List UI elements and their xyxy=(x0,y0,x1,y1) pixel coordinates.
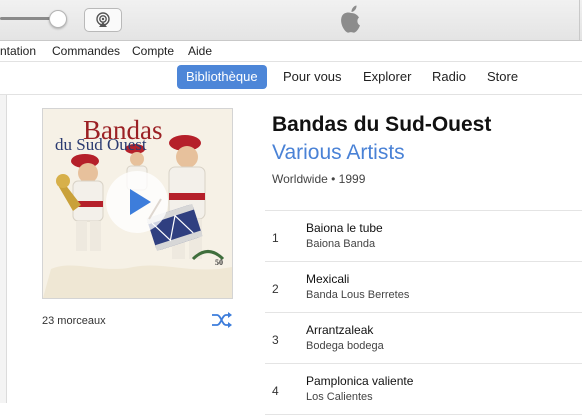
track-number: 1 xyxy=(272,231,279,245)
sidebar-edge xyxy=(0,95,7,403)
tab-radio[interactable]: Radio xyxy=(423,65,475,89)
album-artwork[interactable]: 50 Bandas du Sud Ouest xyxy=(42,108,233,299)
airplay-button[interactable] xyxy=(84,8,122,32)
shuffle-icon[interactable] xyxy=(211,311,233,329)
track-number: 3 xyxy=(272,333,279,347)
airplay-icon xyxy=(96,12,110,27)
track-artist: Baiona Banda xyxy=(306,238,376,250)
menu-item-compte[interactable]: Compte xyxy=(132,44,174,58)
menu-bar: ntation Commandes Compte Aide xyxy=(0,41,582,62)
track-artist: Los Calientes xyxy=(306,391,373,403)
track-artist: Banda Lous Berretes xyxy=(306,289,410,301)
tab-bibliotheque[interactable]: Bibliothèque xyxy=(177,65,267,89)
track-count: 23 morceaux xyxy=(42,315,106,327)
play-button[interactable] xyxy=(106,171,168,233)
track-title: Pamplonica valiente xyxy=(306,374,414,388)
track-title: Arrantzaleak xyxy=(306,323,374,337)
album-artist-link[interactable]: Various Artists xyxy=(272,141,405,165)
track-row[interactable]: 4 Pamplonica valiente Los Calientes xyxy=(265,364,582,415)
track-row[interactable]: 2 Mexicali Banda Lous Berretes xyxy=(265,262,582,313)
track-row[interactable]: 3 Arrantzaleak Bodega bodega xyxy=(265,313,582,364)
track-number: 4 xyxy=(272,384,279,398)
apple-logo-icon xyxy=(341,5,360,33)
title-bar-divider xyxy=(579,0,580,40)
play-icon xyxy=(130,189,151,215)
menu-item-commandes[interactable]: Commandes xyxy=(52,44,120,58)
track-artist: Bodega bodega xyxy=(306,340,384,352)
nav-bar: Bibliothèque Pour vous Explorer Radio St… xyxy=(0,62,582,95)
tab-pour-vous[interactable]: Pour vous xyxy=(274,65,351,89)
album-title: Bandas du Sud-Ouest xyxy=(272,113,492,136)
track-title: Mexicali xyxy=(306,272,350,286)
menu-item-presentation[interactable]: ntation xyxy=(0,44,36,58)
title-bar xyxy=(0,0,582,41)
menu-item-aide[interactable]: Aide xyxy=(188,44,212,58)
tab-store[interactable]: Store xyxy=(478,65,527,89)
track-title: Baiona le tube xyxy=(306,221,383,235)
track-list: 1 Baiona le tube Baiona Banda 2 Mexicali… xyxy=(265,210,582,415)
album-meta: Worldwide • 1999 xyxy=(272,172,366,186)
volume-slider-knob[interactable] xyxy=(49,10,67,28)
album-cover-subtitle: du Sud Ouest xyxy=(55,135,147,154)
tab-explorer[interactable]: Explorer xyxy=(354,65,420,89)
track-number: 2 xyxy=(272,282,279,296)
track-row[interactable]: 1 Baiona le tube Baiona Banda xyxy=(265,211,582,262)
svg-text:50: 50 xyxy=(215,258,223,267)
